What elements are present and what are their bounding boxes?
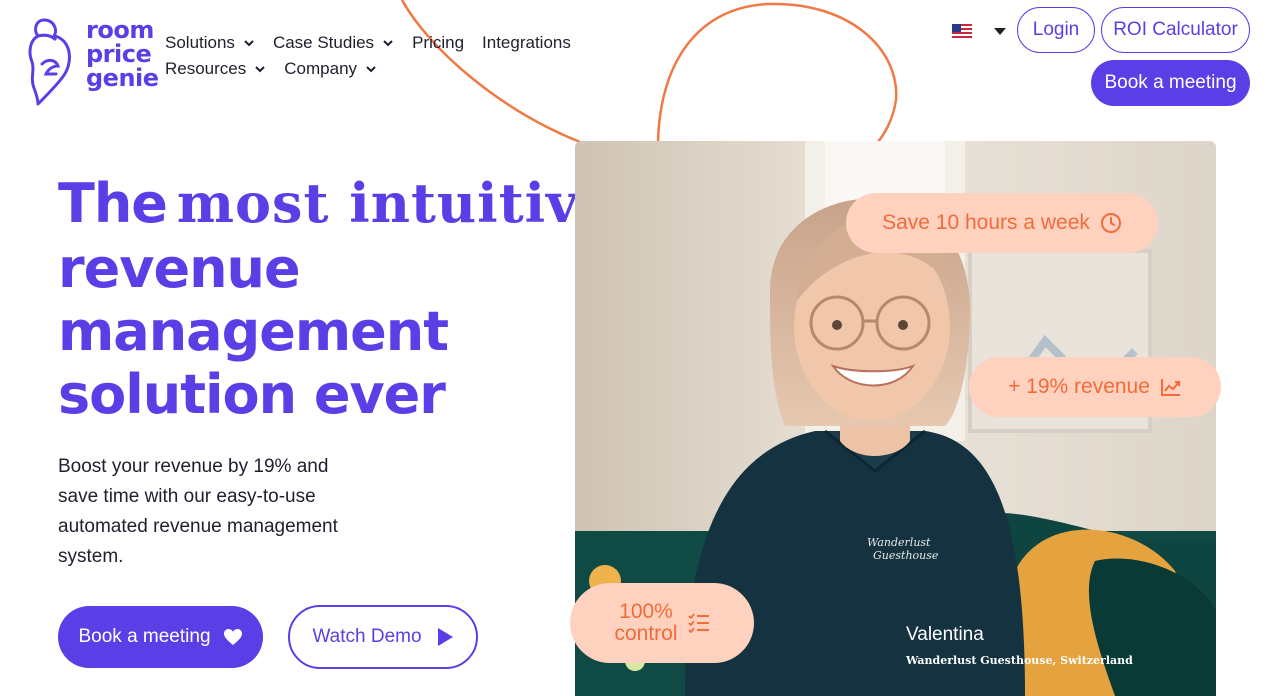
heart-icon (223, 629, 242, 645)
nav-item-pricing[interactable]: Pricing (412, 33, 465, 52)
us-flag-icon (952, 24, 972, 38)
language-selector[interactable] (952, 24, 1006, 38)
pill-line-1: 100% (619, 600, 673, 623)
checklist-icon (687, 613, 709, 633)
headline-line-management: management (58, 300, 449, 363)
nav-item-company[interactable]: Company (284, 59, 377, 78)
benefit-pill-revenue: + 19% revenue (969, 357, 1221, 417)
shirt-text-1: Wanderlust (867, 536, 931, 549)
headline-the: The (58, 172, 168, 235)
nav-label: Solutions (165, 33, 235, 52)
chevron-down-icon (255, 66, 265, 73)
nav-item-integrations[interactable]: Integrations (482, 33, 571, 52)
testimonial-place: Wanderlust Guesthouse, Switzerland (906, 654, 1133, 667)
watch-demo-button[interactable]: Watch Demo (288, 605, 478, 669)
genie-logo-icon (28, 18, 71, 106)
watch-demo-label: Watch Demo (312, 626, 422, 647)
chevron-down-icon (244, 40, 254, 47)
book-meeting-hero-button[interactable]: Book a meeting (58, 606, 263, 668)
main-nav: Solutions Case Studies Pricing Integrati… (165, 33, 685, 78)
chevron-down-icon (366, 66, 376, 73)
shirt-text-2: Guesthouse (873, 549, 939, 562)
clock-icon (1100, 213, 1121, 233)
headline-line-solution: solution ever (58, 363, 446, 426)
pill-line-2: control (614, 622, 678, 645)
book-meeting-label: Book a meeting (78, 626, 211, 647)
book-meeting-header-button[interactable]: Book a meeting (1091, 60, 1250, 106)
nav-label: Resources (165, 59, 247, 78)
login-button[interactable]: Login (1017, 7, 1095, 53)
chart-icon (1160, 379, 1180, 396)
nav-label: Integrations (482, 33, 571, 52)
logo-word-price: price (86, 40, 152, 68)
nav-item-solutions[interactable]: Solutions (165, 33, 255, 52)
nav-label: Company (284, 59, 358, 78)
brand-logo[interactable]: room price genie (26, 14, 161, 106)
headline-most-intuitive: most intuitive (176, 171, 614, 235)
hero-headline: The most intuitive revenue management sol… (58, 170, 614, 426)
chevron-down-icon (383, 40, 393, 47)
nav-item-case-studies[interactable]: Case Studies (272, 33, 394, 52)
headline-line-revenue: revenue (58, 237, 301, 300)
pill-label: Save 10 hours a week (882, 211, 1090, 234)
nav-label: Pricing (412, 33, 465, 52)
benefit-pill-save-time: Save 10 hours a week (846, 193, 1158, 253)
hero-subtext: Boost your revenue by 19% and save time … (58, 456, 338, 567)
play-icon (437, 628, 453, 646)
roi-calculator-button[interactable]: ROI Calculator (1101, 7, 1250, 53)
caret-down-icon (994, 27, 1006, 35)
pill-label: + 19% revenue (1008, 375, 1150, 398)
nav-item-resources[interactable]: Resources (165, 59, 266, 78)
logo-word-room: room (86, 16, 154, 44)
logo-word-genie: genie (86, 64, 159, 92)
nav-label: Case Studies (272, 33, 375, 52)
testimonial-name: Valentina (906, 624, 984, 645)
benefit-pill-control: 100% control (570, 583, 754, 663)
